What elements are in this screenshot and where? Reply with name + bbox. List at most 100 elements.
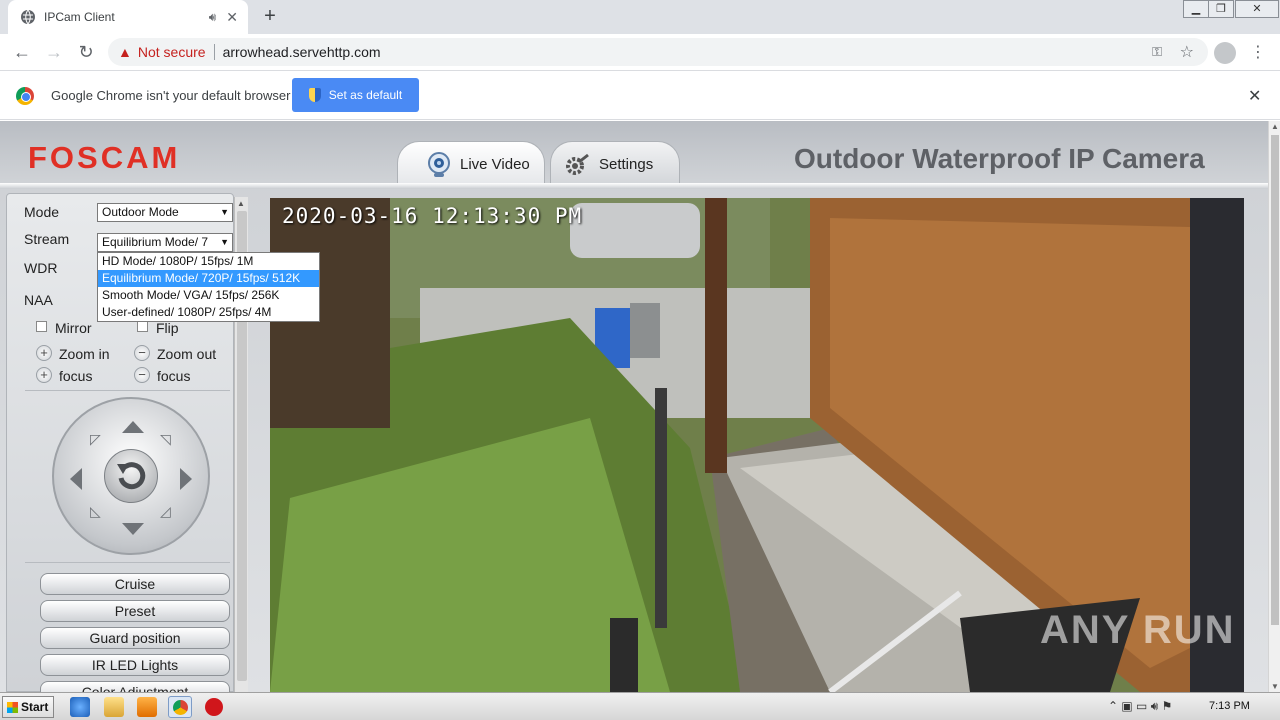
video-timestamp: 2020-03-16 12:13:30 PM <box>282 204 583 228</box>
guard-position-button[interactable]: Guard position <box>40 627 230 649</box>
forward-arrow-icon[interactable]: → <box>42 40 66 64</box>
cruise-button[interactable]: Cruise <box>40 573 230 595</box>
chrome-taskbar-button[interactable] <box>168 696 192 718</box>
tab-settings-label: Settings <box>599 156 654 173</box>
stop-icon[interactable] <box>205 698 223 716</box>
tab-live-video-label: Live Video <box>460 156 530 173</box>
media-player-icon[interactable] <box>137 697 157 717</box>
ptz-direction-pad: ◸ ◹ ◺ ◿ <box>52 397 210 555</box>
back-arrow-icon[interactable]: ← <box>10 40 34 64</box>
mirror-label: Mirror <box>55 320 92 336</box>
warning-icon: ▲ <box>118 44 132 60</box>
bookmark-star-icon[interactable]: ☆ <box>1180 42 1194 62</box>
new-tab-button[interactable]: + <box>258 5 282 29</box>
flip-label: Flip <box>156 320 179 336</box>
file-explorer-icon[interactable] <box>104 697 124 717</box>
mode-select[interactable]: Outdoor Mode ▼ <box>97 203 233 222</box>
mode-select-value: Outdoor Mode <box>102 205 179 219</box>
infobar-message: Google Chrome isn't your default browser <box>51 88 291 103</box>
mirror-checkbox[interactable] <box>36 321 47 332</box>
stream-option-selected[interactable]: Equilibrium Mode/ 720P/ 15fps/ 512K <box>98 270 319 287</box>
chrome-logo-icon <box>16 87 34 105</box>
pan-right-icon[interactable] <box>180 468 192 490</box>
rotate-reset-icon <box>117 462 146 490</box>
stream-option[interactable]: HD Mode/ 1080P/ 15fps/ 1M <box>98 253 319 270</box>
taskbar-clock[interactable]: 7:13 PM <box>1209 700 1250 712</box>
chevron-down-icon: ▼ <box>220 237 229 247</box>
address-bar[interactable]: ▲ Not secure arrowhead.servehttp.com ⚿ ☆ <box>108 38 1208 66</box>
system-tray-icons[interactable]: ⌃ ▣ ▭ 🔊︎ ⚑ <box>1108 699 1172 714</box>
url-text[interactable]: arrowhead.servehttp.com <box>223 44 381 60</box>
pan-down-icon[interactable] <box>122 523 144 535</box>
live-video-feed[interactable]: 2020-03-16 12:13:30 PM ANY RUN <box>270 198 1244 692</box>
scroll-up-icon[interactable]: ▲ <box>237 199 245 208</box>
windows-taskbar: Start ⌃ ▣ ▭ 🔊︎ ⚑ 7:13 PM <box>0 692 1280 720</box>
gear-wrench-icon <box>566 153 589 175</box>
panel-divider <box>25 562 230 563</box>
zoom-in-plus-icon[interactable]: + <box>36 345 52 361</box>
zoom-out-label: Zoom out <box>157 346 217 362</box>
zoom-out-minus-icon[interactable]: − <box>134 345 150 361</box>
speaker-icon[interactable]: 🔊︎ <box>209 10 217 25</box>
ir-led-lights-button[interactable]: IR LED Lights <box>40 654 230 676</box>
start-label: Start <box>21 700 49 714</box>
restore-button[interactable]: ❐ <box>1208 0 1234 18</box>
preset-button[interactable]: Preset <box>40 600 230 622</box>
windows-flag-icon <box>7 702 18 713</box>
chevron-down-icon: ▼ <box>220 207 229 217</box>
color-adjustment-button[interactable]: Color Adjustment <box>40 681 230 692</box>
page-scrollbar[interactable]: ▲ ▼ <box>1268 121 1280 692</box>
default-browser-infobar: Google Chrome isn't your default browser… <box>0 72 1280 120</box>
pan-up-icon[interactable] <box>122 421 144 433</box>
scroll-up-icon[interactable]: ▲ <box>1271 122 1279 131</box>
pan-up-right-icon[interactable]: ◹ <box>160 431 171 448</box>
tab-title: IPCam Client <box>44 10 115 24</box>
globe-icon <box>21 9 35 25</box>
focus-plus-icon[interactable]: + <box>36 367 52 383</box>
stream-option[interactable]: Smooth Mode/ VGA/ 15fps/ 256K <box>98 287 319 304</box>
tab-live-video[interactable]: Live Video <box>397 141 545 187</box>
naa-label: NAA <box>24 292 53 308</box>
flip-checkbox[interactable] <box>137 321 148 332</box>
set-as-default-button[interactable]: Set as default <box>292 78 419 112</box>
ptz-reset-button[interactable] <box>104 449 158 503</box>
focus-minus-icon[interactable]: − <box>134 367 150 383</box>
tab-close-icon[interactable]: ✕ <box>226 9 238 26</box>
window-close-button[interactable]: ✕ <box>1235 0 1279 18</box>
stream-label: Stream <box>24 231 70 247</box>
scroll-down-icon[interactable]: ▼ <box>1271 682 1279 691</box>
browser-tab[interactable]: IPCam Client 🔊︎ ✕ <box>8 0 248 34</box>
panel-divider <box>25 390 230 391</box>
internet-explorer-icon[interactable] <box>70 697 90 717</box>
pan-up-left-icon[interactable]: ◸ <box>90 431 101 448</box>
profile-avatar[interactable] <box>1214 42 1236 64</box>
camera-title: Outdoor Waterproof IP Camera <box>794 143 1205 174</box>
content-top-bar <box>0 183 1268 189</box>
pan-left-icon[interactable] <box>70 468 82 490</box>
anyrun-watermark: ANY RUN <box>1040 608 1236 652</box>
webcam-icon <box>428 151 450 177</box>
pan-down-left-icon[interactable]: ◺ <box>90 503 101 520</box>
focus-minus-label: focus <box>157 368 191 384</box>
stream-option[interactable]: User-defined/ 1080P/ 25fps/ 4M <box>98 304 319 321</box>
infobar-close-icon[interactable]: ✕ <box>1248 86 1261 106</box>
focus-plus-label: focus <box>59 368 93 384</box>
tab-strip: IPCam Client 🔊︎ ✕ + ▁ ❐ ✕ <box>0 0 1280 34</box>
stream-select-value: Equilibrium Mode/ 7 <box>102 235 209 249</box>
chrome-menu-icon[interactable]: ⋮ <box>1250 42 1266 62</box>
start-button[interactable]: Start <box>2 696 54 718</box>
key-icon[interactable]: ⚿ <box>1152 44 1162 60</box>
not-secure-label[interactable]: Not secure <box>138 44 206 60</box>
zoom-in-label: Zoom in <box>59 346 110 362</box>
browser-toolbar: ← → ↻ ▲ Not secure arrowhead.servehttp.c… <box>0 34 1280 71</box>
wdr-label: WDR <box>24 260 58 276</box>
mode-label: Mode <box>24 204 60 220</box>
pan-down-right-icon[interactable]: ◿ <box>160 503 171 520</box>
minimize-button[interactable]: ▁ <box>1183 0 1209 18</box>
page-scroll-thumb[interactable] <box>1271 135 1279 625</box>
reload-icon[interactable]: ↻ <box>74 40 98 64</box>
omnibox-separator <box>213 44 215 60</box>
tab-settings[interactable]: Settings <box>550 141 680 187</box>
chrome-icon <box>173 700 188 715</box>
stream-select[interactable]: Equilibrium Mode/ 7 ▼ <box>97 233 233 252</box>
